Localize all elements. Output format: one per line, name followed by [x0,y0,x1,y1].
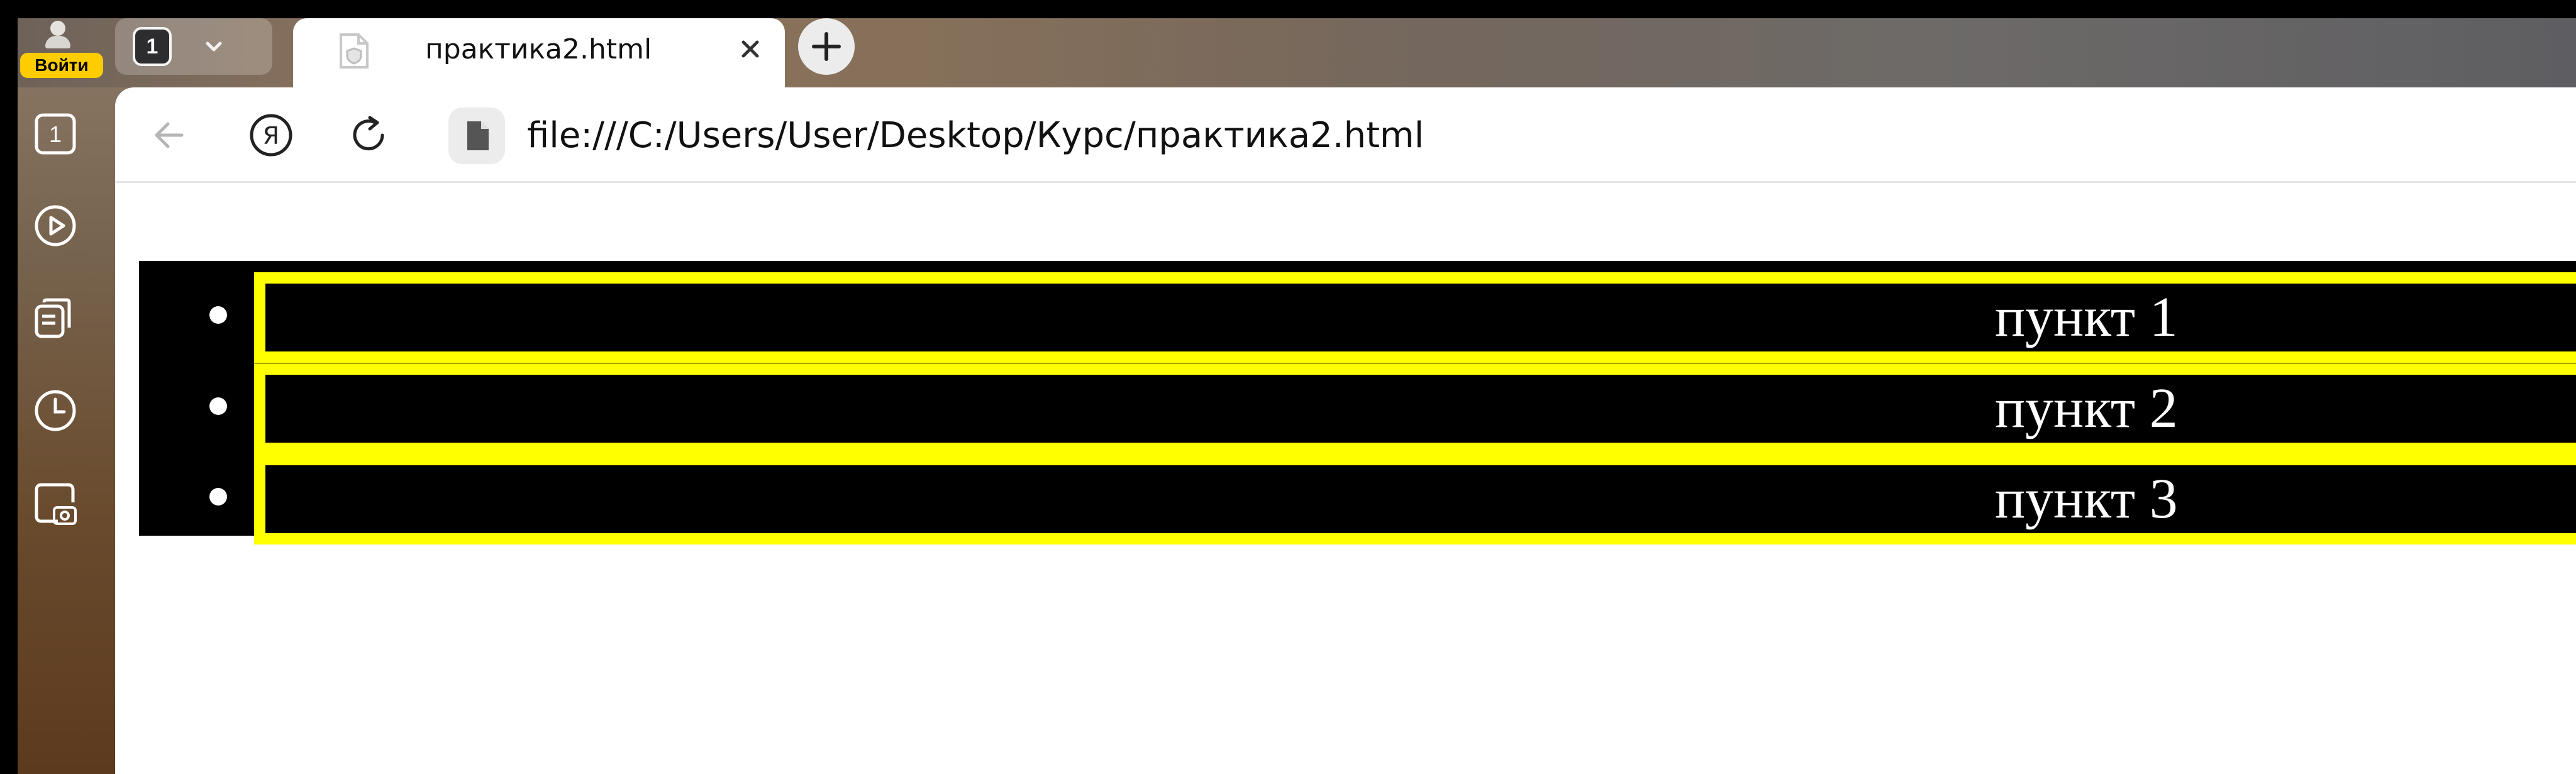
tab-count: 1 [133,27,172,66]
file-shield-icon [340,33,369,69]
screenshot-camera-icon [35,483,77,525]
collections-icon [35,298,71,338]
list-item: пункт 3 [139,454,2576,545]
tab-title: практика2.html [425,33,652,65]
chevron-down-icon[interactable] [196,28,232,65]
screen: Войти 1 1 практика2.html Я file:///C:/Us… [0,0,2576,774]
sidebar-tabs-count: 1 [49,121,62,147]
sidebar-item-collections[interactable] [33,295,78,340]
list-item: пункт 2 [139,363,2576,455]
list-item-box: пункт 2 [254,363,2576,454]
avatar-body-icon [45,36,70,48]
list-item-box: пункт 1 [254,272,2576,363]
arrow-left-icon [155,122,184,148]
avatar-head-icon [50,21,65,36]
svg-text:Я: Я [263,122,279,150]
new-tab-button[interactable] [798,18,855,75]
tabs-counter-icon: 1 [35,113,76,155]
list-item-text: пункт 3 [1995,468,2178,530]
login-button[interactable]: Войти [20,53,103,78]
back-button[interactable] [144,110,194,160]
plus-icon [812,32,841,61]
list-item-text: пункт 2 [1995,377,2178,440]
bullet-icon [209,397,227,415]
sidebar-item-player[interactable] [33,203,78,248]
browser-window: Войти 1 1 практика2.html Я file:///C:/Us… [18,18,2576,774]
list-item-text: пункт 1 [1995,286,2178,348]
reload-icon [353,116,384,151]
bullet-list: пункт 1 пункт 2 пункт 3 [139,261,2576,545]
browser-viewport: Я file:///C:/Users/User/Desktop/Курс/пра [115,87,2576,774]
address-bar[interactable]: file:///C:/Users/User/Desktop/Курс/практ… [527,113,1424,159]
tabs-counter-button[interactable]: 1 [115,18,272,75]
list-item: пункт 1 [139,272,2576,363]
tab-active[interactable]: практика2.html [293,18,785,94]
page-info-button[interactable] [448,108,505,164]
sidebar: Войти 1 [18,18,115,774]
close-icon[interactable] [732,31,769,67]
history-clock-icon [35,390,76,431]
yandex-logo-icon: Я [250,114,292,157]
reload-button[interactable] [345,110,395,160]
file-icon [467,121,489,150]
yandex-button[interactable]: Я [246,110,296,160]
bullet-icon [209,488,227,506]
avatar[interactable] [43,18,73,53]
sidebar-item-history[interactable] [33,388,78,433]
sidebar-item-tabs[interactable]: 1 [33,111,78,157]
toolbar: Я file:///C:/Users/User/Desktop/Курс/пра [115,87,2576,183]
play-icon [35,205,76,246]
sidebar-item-screenshot[interactable] [33,481,78,526]
bullet-icon [209,306,227,324]
list-item-box: пункт 3 [254,454,2576,545]
page-content: пункт 1 пункт 2 пункт 3 [115,183,2576,774]
